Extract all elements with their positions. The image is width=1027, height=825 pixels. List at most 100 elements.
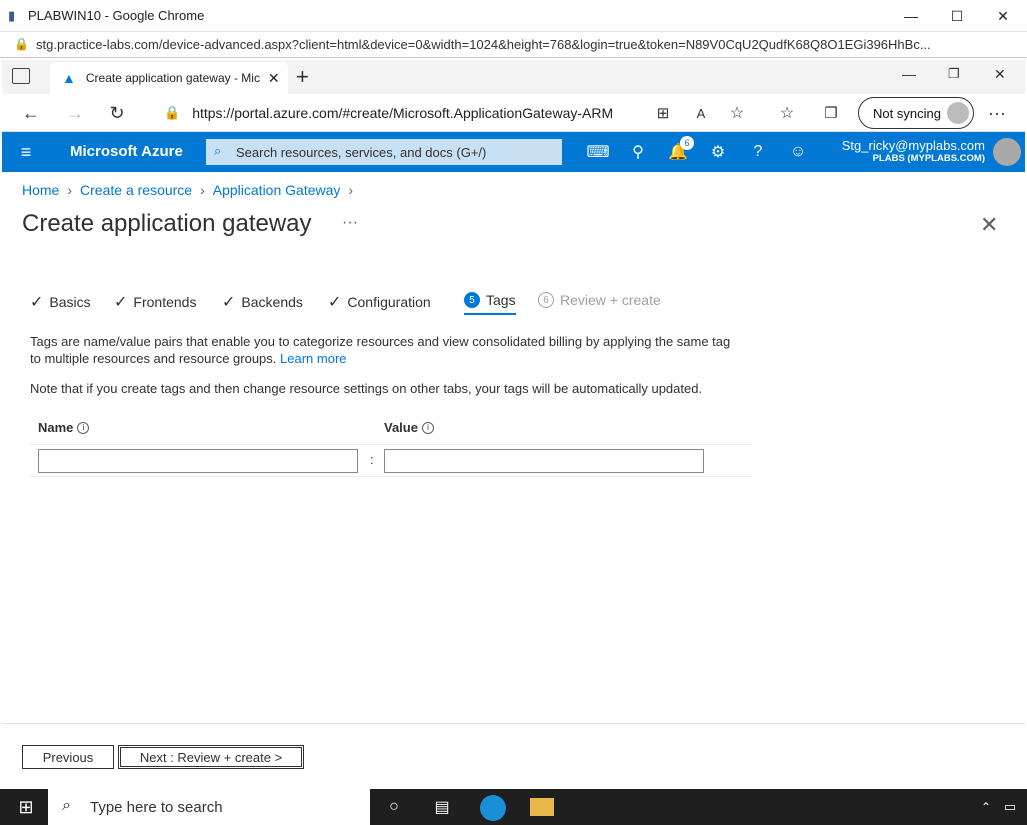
name-column-header: Name i [38,420,90,435]
favorites-icon[interactable]: ☆ [772,98,802,128]
tab-label: Review + create [560,292,661,308]
divider [30,476,752,477]
address-url: https://portal.azure.com/#create/Microso… [192,105,614,121]
breadcrumb-chevron-icon: › [67,182,73,198]
breadcrumb: Home › Create a resource › Application G… [22,182,353,198]
task-view-icon[interactable]: ▤ [430,795,454,819]
collections-icon[interactable]: ❐ [816,98,846,128]
edge-toolbar: ← → ↻ 🔒 https://portal.azure.com/#create… [2,94,1025,132]
value-column-header: Value i [384,420,434,435]
sync-label: Not syncing [873,105,941,121]
refresh-button[interactable]: ↻ [102,98,132,128]
windows-start-icon[interactable]: ⊞ [14,795,38,819]
account-avatar[interactable] [993,138,1021,166]
azure-brand[interactable]: Microsoft Azure [70,143,183,160]
edge-app-icon[interactable] [480,795,506,821]
page-title: Create application gateway [22,210,312,237]
settings-gear-icon[interactable]: ⚙ [706,140,730,164]
breadcrumb-create-resource[interactable]: Create a resource [80,182,192,198]
search-icon: ⌕ [214,143,222,158]
check-icon: ✓ [30,294,44,311]
read-aloud-icon[interactable]: A [686,98,716,128]
tab-label: Backends [241,294,303,310]
account-org: PLABS (MYPLABS.COM) [872,153,985,164]
tab-label: Tags [486,292,516,308]
back-button[interactable]: ← [16,98,46,128]
close-blade-icon[interactable]: ✕ [980,212,998,238]
maximize-button[interactable]: ☐ [934,0,980,32]
azure-favicon-icon: ▲ [62,70,76,86]
next-review-create-button[interactable]: Next : Review + create > [118,745,304,769]
feedback-icon[interactable]: ☺ [786,140,810,164]
forward-button[interactable]: → [60,98,90,128]
add-favorite-icon[interactable]: ☆ [722,98,752,128]
tab-tags[interactable]: 5 Tags [464,292,516,315]
notification-badge: 6 [680,136,694,150]
outer-window-titlebar: ▮ PLABWIN10 - Google Chrome — ☐ ✕ [0,0,1027,32]
edge-tab-strip: ▲ Create application gateway - Mic ✕ + —… [2,60,1025,94]
profile-avatar [947,102,969,124]
minimize-button[interactable]: — [888,0,934,32]
close-tab-icon[interactable]: ✕ [268,70,280,87]
tags-note: Note that if you create tags and then ch… [30,381,703,396]
edge-minimize-button[interactable]: — [902,66,916,82]
tab-review-create[interactable]: 6 Review + create [538,292,661,308]
search-placeholder: Search resources, services, and docs (G+… [236,144,487,160]
info-icon[interactable]: i [421,421,434,434]
cortana-icon[interactable]: ○ [382,795,406,819]
tab-frontends[interactable]: ✓ Frontends [114,292,196,312]
taskbar-search-input[interactable]: ⌕ Type here to search [48,789,370,825]
tag-name-input[interactable] [38,449,358,473]
tab-title: Create application gateway - Mic [85,71,260,85]
tag-value-input[interactable] [384,449,704,473]
tray-chevron-icon[interactable]: ⌃ [974,795,998,819]
value-header-text: Value [384,420,418,435]
breadcrumb-home[interactable]: Home [22,182,59,198]
browser-tab[interactable]: ▲ Create application gateway - Mic ✕ [50,62,288,94]
notification-center-icon[interactable]: ▭ [998,795,1022,819]
outer-address-bar[interactable]: 🔒 stg.practice-labs.com/device-advanced.… [0,32,1027,58]
edge-close-button[interactable]: ✕ [994,66,1006,83]
hamburger-menu-icon[interactable]: ≡ [14,140,38,164]
check-icon: ✓ [328,294,342,311]
info-icon[interactable]: i [77,421,90,434]
cloud-shell-icon[interactable]: ⌨ [586,140,610,164]
tab-backends[interactable]: ✓ Backends [222,292,303,312]
directory-filter-icon[interactable]: ⚲ [626,140,650,164]
previous-button[interactable]: Previous [22,745,114,769]
outer-window-title: PLABWIN10 - Google Chrome [28,8,205,23]
wizard-footer: Previous Next : Review + create > [2,723,1025,789]
tab-basics[interactable]: ✓ Basics [30,292,91,312]
step-number-badge: 6 [538,292,554,308]
check-icon: ✓ [222,294,236,311]
tab-label: Basics [49,294,91,310]
tab-actions-icon[interactable] [12,68,30,84]
close-window-button[interactable]: ✕ [980,0,1026,32]
global-search-input[interactable]: ⌕ Search resources, services, and docs (… [206,139,562,165]
check-icon: ✓ [114,294,128,311]
account-info[interactable]: Stg_ricky@myplabs.com PLABS (MYPLABS.COM… [842,138,985,164]
edge-restore-button[interactable]: ❐ [948,66,960,82]
not-syncing-button[interactable]: Not syncing [858,97,974,129]
tab-label: Configuration [347,294,431,310]
name-value-separator: : [370,452,374,467]
apps-icon[interactable]: ⊞ [648,98,678,128]
lock-icon: 🔒 [14,37,29,51]
search-icon: ⌕ [62,797,71,814]
notifications-icon[interactable]: 🔔 6 [666,136,694,164]
lock-icon: 🔒 [164,105,181,120]
learn-more-link[interactable]: Learn more [280,351,346,366]
step-number-badge: 5 [464,292,480,308]
tab-configuration[interactable]: ✓ Configuration [328,292,431,312]
file-explorer-icon[interactable] [530,798,554,816]
taskbar-search-placeholder: Type here to search [90,798,223,816]
breadcrumb-application-gateway[interactable]: Application Gateway [213,182,341,198]
new-tab-button[interactable]: + [296,64,309,90]
tab-label: Frontends [133,294,197,310]
help-icon[interactable]: ? [746,140,770,164]
more-icon[interactable]: ··· [982,98,1012,128]
tags-intro: Tags are name/value pairs that enable yo… [30,333,740,367]
outer-url-text: stg.practice-labs.com/device-advanced.as… [36,37,931,52]
more-options-icon[interactable]: ··· [342,214,358,232]
app-icon: ▮ [8,8,16,23]
